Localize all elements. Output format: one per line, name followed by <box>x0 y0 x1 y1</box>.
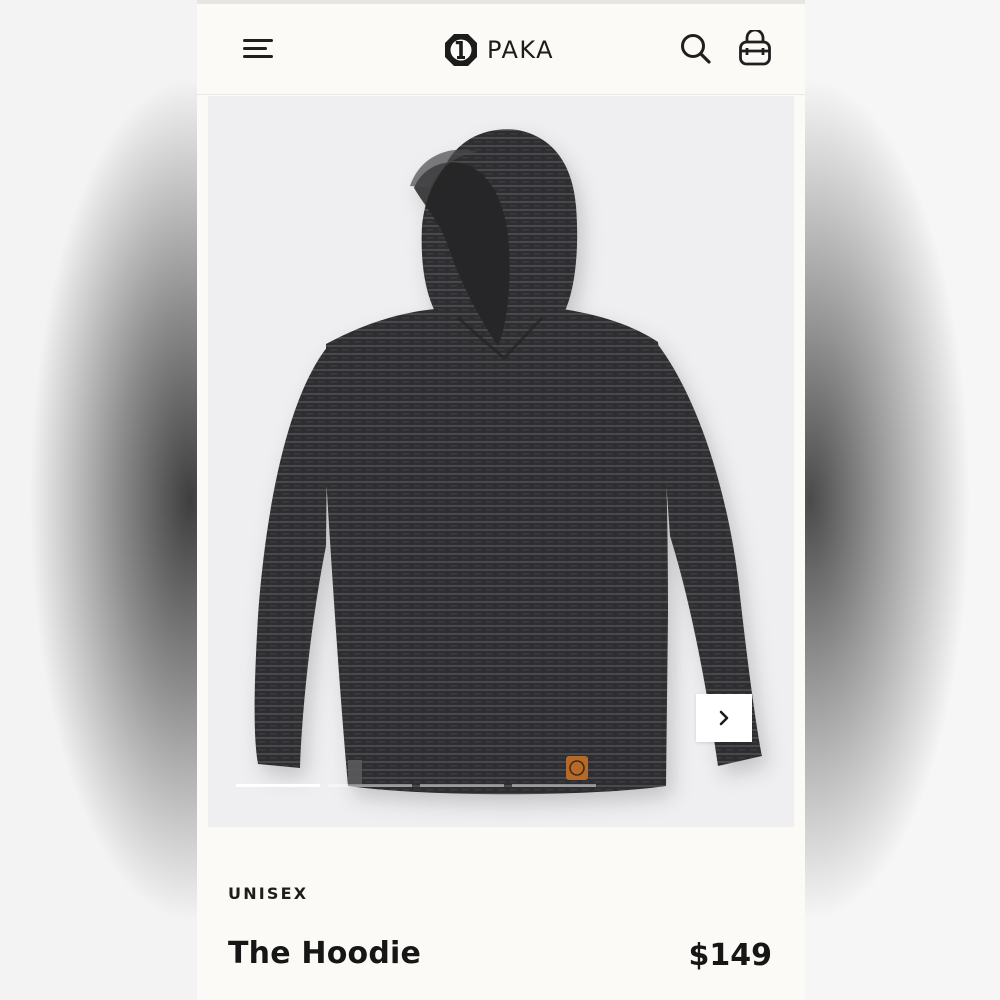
brand-logo[interactable]: PAKA <box>443 30 554 70</box>
hamburger-menu-icon[interactable] <box>243 36 275 62</box>
next-image-button[interactable] <box>696 694 752 742</box>
blurred-backdrop-left <box>0 0 200 1000</box>
shopping-bag-icon[interactable] <box>737 28 773 68</box>
gallery-pagination <box>236 784 596 787</box>
search-icon[interactable] <box>679 32 713 66</box>
chevron-right-icon <box>719 710 729 726</box>
site-header: PAKA <box>197 4 805 95</box>
product-image-gallery[interactable] <box>208 96 794 827</box>
product-price: $149 <box>688 938 773 973</box>
blurred-backdrop-right <box>800 0 1000 1000</box>
product-title: The Hoodie <box>228 936 422 971</box>
gallery-dot-1[interactable] <box>236 784 320 787</box>
gallery-dot-4[interactable] <box>512 784 596 787</box>
product-category: UNISEX <box>228 884 309 903</box>
mobile-page: PAKA UNISEX The Hoodie $149 <box>197 0 805 1000</box>
paka-logo-icon <box>445 34 477 66</box>
gallery-dot-3[interactable] <box>420 784 504 787</box>
brand-name: PAKA <box>487 36 555 64</box>
gallery-dot-2[interactable] <box>328 784 412 787</box>
